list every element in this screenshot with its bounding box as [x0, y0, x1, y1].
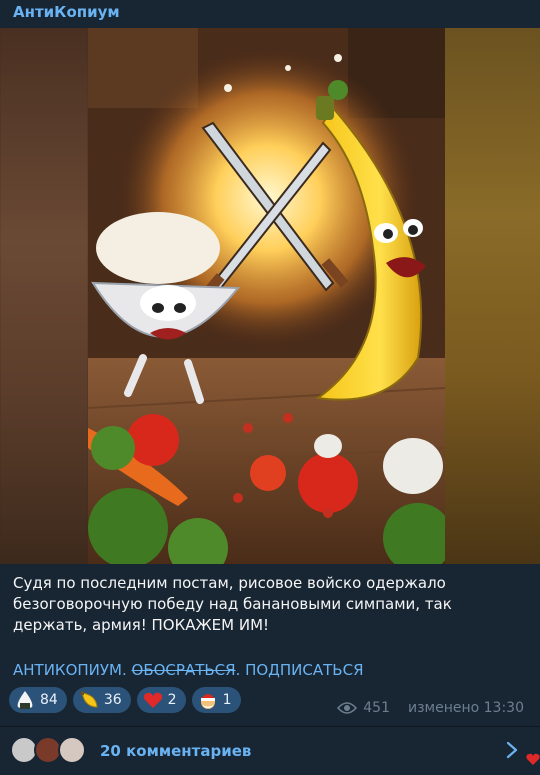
avatar [58, 736, 86, 764]
post-meta: 451 изменено 13:30 [337, 700, 524, 716]
edited-timestamp: изменено 13:30 [408, 700, 524, 716]
channel-link[interactable]: АНТИКОПИУМ. [13, 661, 127, 679]
image-blur-left [0, 28, 88, 564]
post-image[interactable] [0, 28, 540, 564]
subscribe-link[interactable]: . ПОДПИСАТЬСЯ [236, 661, 364, 679]
reaction-count: 84 [40, 692, 58, 708]
reaction-count: 36 [103, 692, 122, 708]
reaction-count: 2 [167, 692, 177, 708]
reaction-count: 1 [222, 692, 232, 708]
comments-button[interactable]: 20 комментариев [0, 727, 540, 775]
rice-ball-icon [14, 689, 36, 711]
post-caption: Судя по последним постам, рисовое войско… [13, 574, 452, 634]
chevron-right-icon [506, 741, 518, 759]
struck-link[interactable]: ОБОСРАТЬСЯ [132, 661, 236, 679]
santa-icon [197, 689, 219, 711]
reactions-bar: 84 36 2 1 [9, 687, 241, 713]
post-links: АНТИКОПИУМ. ОБОСРАТЬСЯ. ПОДПИСАТЬСЯ [13, 660, 364, 680]
reaction-heart[interactable]: 2 [136, 687, 186, 713]
heart-icon [142, 689, 164, 711]
banana-icon [78, 689, 100, 711]
heart-icon [526, 753, 540, 765]
reaction-rice-ball[interactable]: 84 [9, 687, 67, 713]
eye-icon [337, 702, 358, 714]
channel-name[interactable]: АнтиКопиум [13, 3, 120, 21]
reaction-santa[interactable]: 1 [191, 687, 241, 713]
channel-post: АнтиКопиум Судя по последним постам, рис… [0, 0, 540, 775]
reaction-banana[interactable]: 36 [72, 687, 131, 713]
commenter-avatars [10, 736, 90, 766]
view-count: 451 [363, 700, 390, 716]
comments-label: 20 комментариев [100, 742, 252, 760]
rice-vs-banana-illustration [88, 28, 445, 564]
image-blur-right [445, 28, 540, 564]
